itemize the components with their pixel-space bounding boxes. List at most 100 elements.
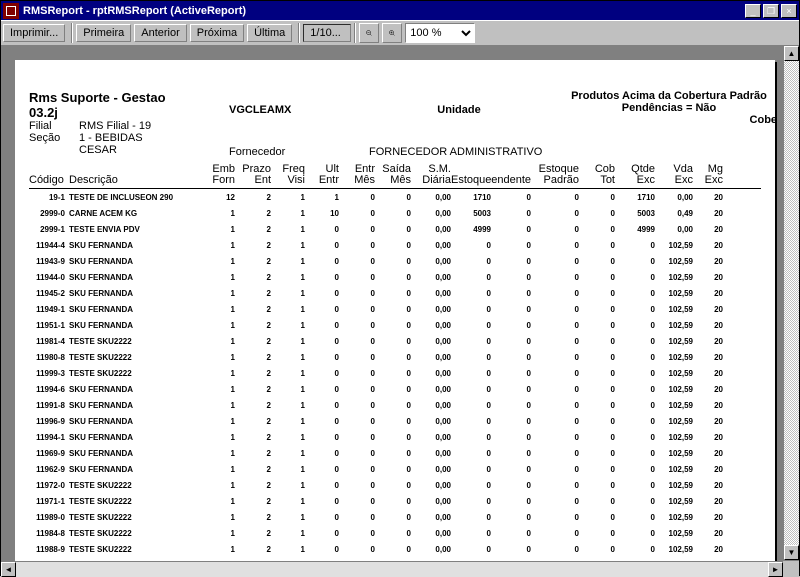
print-button[interactable]: Imprimir...: [3, 24, 65, 42]
cell-prazo: 2: [235, 257, 271, 266]
user-value: CESAR: [79, 144, 117, 156]
cell-prazo: 2: [235, 305, 271, 314]
cell-end: 0: [491, 273, 531, 282]
cell-saida: 0: [375, 321, 411, 330]
cell-estp: 0: [531, 369, 579, 378]
maximize-button[interactable]: ❐: [763, 4, 779, 18]
cell-prazo: 2: [235, 353, 271, 362]
cell-saida: 0: [375, 305, 411, 314]
scroll-left-button[interactable]: ◄: [1, 562, 16, 577]
cell-entr: 0: [339, 337, 375, 346]
zoom-select[interactable]: 100 %: [405, 23, 475, 43]
cell-mg: 20: [693, 497, 723, 506]
cell-emb: 1: [199, 369, 235, 378]
cell-cob: 0: [579, 305, 615, 314]
prev-page-button[interactable]: Anterior: [134, 24, 187, 42]
cell-saida: 0: [375, 385, 411, 394]
cell-freq: 1: [271, 321, 305, 330]
scroll-track[interactable]: [16, 562, 768, 577]
cell-emb: 1: [199, 321, 235, 330]
cell-saida: 0: [375, 193, 411, 202]
cell-freq: 1: [271, 353, 305, 362]
fornecedor-label: Fornecedor: [229, 146, 369, 158]
cell-entr: 0: [339, 241, 375, 250]
cell-cob: 0: [579, 401, 615, 410]
cell-desc: TESTE SKU2222: [69, 481, 199, 490]
zoom-in-button[interactable]: [382, 23, 402, 43]
cell-saida: 0: [375, 209, 411, 218]
table-row: 11972-0TESTE SKU22221210000,0000000102,5…: [29, 477, 761, 493]
secao-label: Seção: [29, 132, 79, 144]
cell-saida: 0: [375, 481, 411, 490]
close-button[interactable]: ×: [781, 4, 797, 18]
scroll-down-button[interactable]: ▼: [784, 545, 799, 560]
next-page-button[interactable]: Próxima: [190, 24, 244, 42]
cell-sm: 0,00: [411, 225, 451, 234]
cell-emb: 1: [199, 209, 235, 218]
cell-freq: 1: [271, 337, 305, 346]
cell-vda: 102,59: [655, 433, 693, 442]
cell-codigo: 11994-1: [29, 433, 69, 442]
scroll-up-button[interactable]: ▲: [784, 46, 799, 61]
cell-est: 0: [451, 545, 491, 554]
cell-vda: 102,59: [655, 513, 693, 522]
cell-end: 0: [491, 449, 531, 458]
cell-qtde: 0: [615, 385, 655, 394]
cell-emb: 1: [199, 465, 235, 474]
cell-est: 1710: [451, 193, 491, 202]
cell-ult: 0: [305, 433, 339, 442]
table-row: 19-1TESTE DE INCLUSEON 29012211000,00171…: [29, 189, 761, 205]
cell-est: 0: [451, 433, 491, 442]
cell-est: 0: [451, 465, 491, 474]
cell-emb: 1: [199, 353, 235, 362]
cell-end: 0: [491, 513, 531, 522]
app-icon: [3, 3, 19, 19]
cell-estp: 0: [531, 449, 579, 458]
cell-sm: 0,00: [411, 257, 451, 266]
cell-freq: 1: [271, 289, 305, 298]
cell-qtde: 0: [615, 273, 655, 282]
cell-estp: 0: [531, 385, 579, 394]
cell-entr: 0: [339, 417, 375, 426]
cell-desc: SKU FERNANDA: [69, 385, 199, 394]
window-title: RMSReport - rptRMSReport (ActiveReport): [23, 5, 743, 17]
cell-codigo: 2999-1: [29, 225, 69, 234]
cell-codigo: 11944-4: [29, 241, 69, 250]
cell-codigo: 11945-2: [29, 289, 69, 298]
last-page-button[interactable]: Última: [247, 24, 292, 42]
cell-vda: 102,59: [655, 529, 693, 538]
cell-est: 0: [451, 337, 491, 346]
first-page-button[interactable]: Primeira: [76, 24, 131, 42]
cell-est: 0: [451, 305, 491, 314]
cell-estp: 0: [531, 465, 579, 474]
scroll-track[interactable]: [784, 61, 799, 545]
zoom-out-button[interactable]: [359, 23, 379, 43]
cell-saida: 0: [375, 241, 411, 250]
cell-estp: 0: [531, 225, 579, 234]
cell-vda: 102,59: [655, 497, 693, 506]
cell-mg: 20: [693, 369, 723, 378]
cell-cob: 0: [579, 337, 615, 346]
vertical-scrollbar[interactable]: ▲ ▼: [783, 46, 799, 560]
cell-estp: 0: [531, 305, 579, 314]
cell-entr: 0: [339, 209, 375, 218]
horizontal-scrollbar[interactable]: ◄ ►: [1, 561, 783, 577]
cell-desc: TESTE SKU2222: [69, 545, 199, 554]
cell-qtde: 0: [615, 481, 655, 490]
minimize-button[interactable]: _: [745, 4, 761, 18]
col-qtde-exc: Qtde Exc: [615, 164, 655, 186]
cell-cob: 0: [579, 385, 615, 394]
cell-mg: 20: [693, 289, 723, 298]
cell-entr: 0: [339, 385, 375, 394]
scroll-right-button[interactable]: ►: [768, 562, 783, 577]
page-indicator[interactable]: 1/10...: [303, 24, 351, 42]
table-row: 11999-3TESTE SKU22221210000,0000000102,5…: [29, 365, 761, 381]
table-row: 11951-1SKU FERNANDA1210000,0000000102,59…: [29, 317, 761, 333]
filial-label: Filial: [29, 120, 79, 132]
cell-prazo: 2: [235, 193, 271, 202]
cell-codigo: 11944-0: [29, 273, 69, 282]
cell-codigo: 11943-9: [29, 257, 69, 266]
cell-cob: 0: [579, 193, 615, 202]
table-row: 11994-6SKU FERNANDA1210000,0000000102,59…: [29, 381, 761, 397]
summary-2: Pendências = Não: [549, 102, 775, 114]
